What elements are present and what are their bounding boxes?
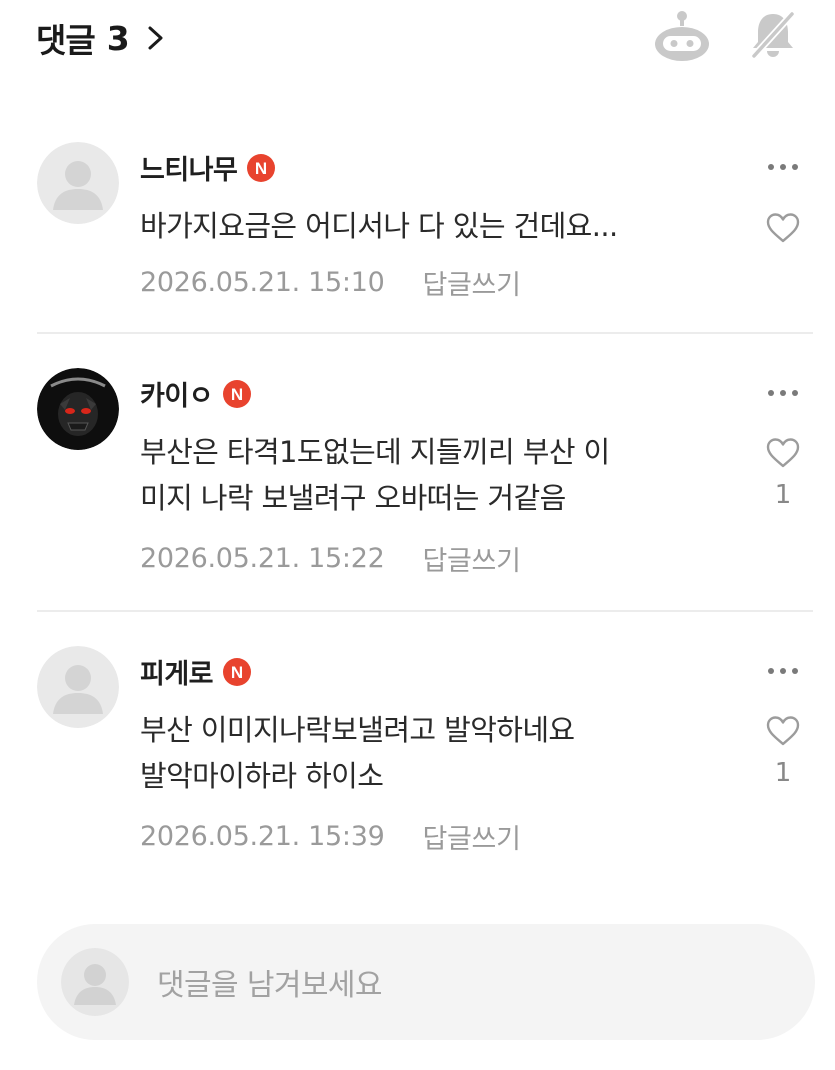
comment-text: 부산 이미지나락보낼려고 발악하네요 발악마이하라 하이소 bbox=[140, 707, 740, 799]
comment-author[interactable]: 피게로 bbox=[140, 652, 214, 691]
like-count: 1 bbox=[774, 758, 792, 788]
comment-input[interactable]: 댓글을 남겨보세요 bbox=[37, 924, 815, 1040]
comment-meta: 2026.05.21. 15:10 답글쓰기 bbox=[140, 263, 521, 302]
comment-date: 2026.05.21. 15:39 bbox=[140, 821, 385, 852]
comment-author[interactable]: 느티나무 bbox=[140, 148, 238, 187]
divider bbox=[37, 332, 813, 334]
comment-author[interactable]: 카이ㅇ bbox=[140, 374, 214, 413]
like-count: 1 bbox=[774, 480, 792, 510]
author-row: 피게로 N bbox=[140, 652, 252, 691]
comments-count: 3 bbox=[106, 18, 130, 58]
svg-text:N: N bbox=[231, 663, 243, 682]
comments-header: 댓글 3 bbox=[0, 0, 835, 80]
comment-text-line: 바가지요금은 어디서나 다 있는 건데요... bbox=[140, 209, 618, 243]
comment-meta: 2026.05.21. 15:22 답글쓰기 bbox=[140, 539, 521, 578]
comment-date: 2026.05.21. 15:10 bbox=[140, 267, 385, 298]
chevron-right-icon bbox=[148, 26, 163, 50]
robot-icon[interactable] bbox=[652, 8, 712, 64]
comment-text-line: 미지 나락 보낼려구 오바떠는 거같음 bbox=[140, 481, 566, 515]
heart-icon[interactable] bbox=[765, 437, 801, 469]
comment-meta: 2026.05.21. 15:39 답글쓰기 bbox=[140, 817, 521, 856]
user-avatar-icon bbox=[61, 948, 129, 1016]
comment-text-line: 부산은 타격1도없는데 지들끼리 부산 이 bbox=[140, 435, 610, 469]
heart-icon[interactable] bbox=[765, 212, 801, 244]
default-avatar-icon[interactable] bbox=[37, 646, 119, 728]
reply-button[interactable]: 답글쓰기 bbox=[422, 539, 520, 578]
bell-off-icon[interactable] bbox=[746, 8, 800, 62]
svg-text:N: N bbox=[255, 159, 267, 178]
divider bbox=[37, 610, 813, 612]
svg-text:N: N bbox=[231, 385, 243, 404]
dark-skull-avatar-icon[interactable] bbox=[37, 368, 119, 450]
heart-icon[interactable] bbox=[765, 715, 801, 747]
default-avatar-icon[interactable] bbox=[37, 142, 119, 224]
reply-button[interactable]: 답글쓰기 bbox=[422, 263, 520, 302]
comments-title: 댓글 bbox=[36, 21, 96, 60]
reply-button[interactable]: 답글쓰기 bbox=[422, 817, 520, 856]
comments-title-link[interactable]: 댓글 3 bbox=[36, 14, 167, 62]
n-badge-icon: N bbox=[223, 657, 252, 686]
author-row: 카이ㅇ N bbox=[140, 374, 252, 413]
comment-text-line: 부산 이미지나락보낼려고 발악하네요 bbox=[140, 713, 575, 747]
n-badge-icon: N bbox=[223, 379, 252, 408]
comment-text: 부산은 타격1도없는데 지들끼리 부산 이 미지 나락 보낼려구 오바떠는 거같… bbox=[140, 429, 740, 521]
comment-text: 바가지요금은 어디서나 다 있는 건데요... bbox=[140, 203, 740, 249]
comment-input-placeholder: 댓글을 남겨보세요 bbox=[157, 968, 383, 1003]
more-options-icon[interactable] bbox=[766, 388, 800, 398]
comment-text-line: 발악마이하라 하이소 bbox=[140, 759, 384, 793]
comment-date: 2026.05.21. 15:22 bbox=[140, 543, 385, 574]
more-options-icon[interactable] bbox=[766, 666, 800, 676]
more-options-icon[interactable] bbox=[766, 162, 800, 172]
n-badge-icon: N bbox=[247, 153, 276, 182]
author-row: 느티나무 N bbox=[140, 148, 276, 187]
